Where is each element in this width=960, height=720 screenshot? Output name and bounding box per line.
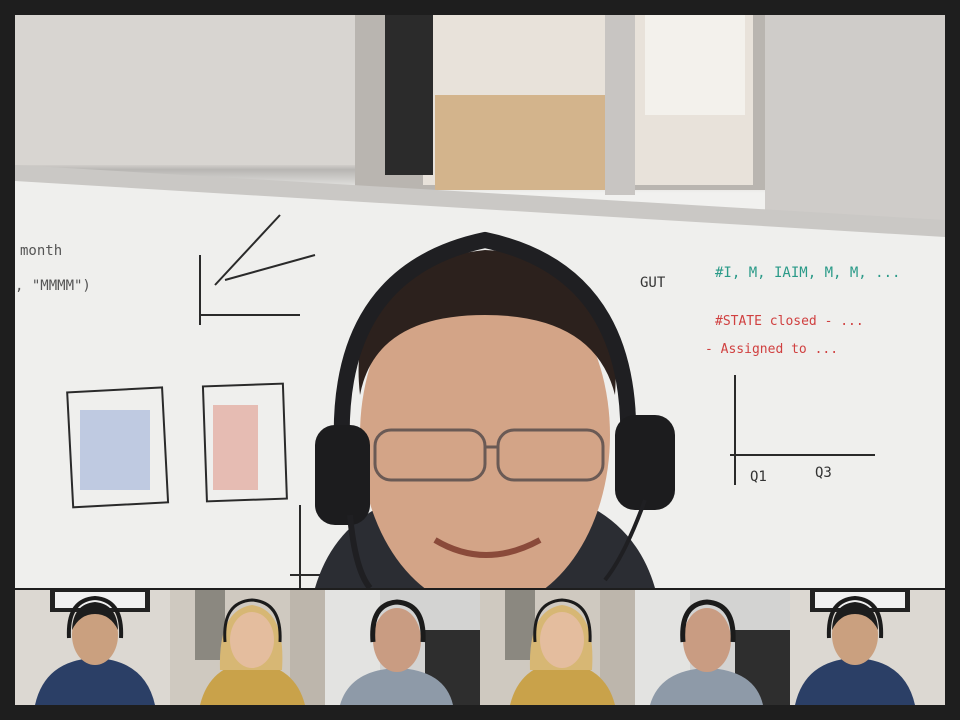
active-speaker-video[interactable]: month , "MMMM") #I, M, IAIM, M, M, ... #… [15, 15, 945, 588]
wb-text-month: month [20, 243, 62, 259]
wb-text-assigned: - Assigned to ... [705, 342, 838, 357]
participant-strip [15, 590, 945, 705]
wb-text-gut: GUT [640, 275, 666, 291]
active-speaker-frame: month , "MMMM") #I, M, IAIM, M, M, ... #… [15, 15, 945, 588]
participant-tile-p4[interactable] [480, 590, 635, 705]
man-headset-gray-shirt-icon [325, 590, 480, 705]
participant-tile-p2[interactable] [170, 590, 325, 705]
participant-tile-p1[interactable] [15, 590, 170, 705]
wb-text-fields: #I, M, IAIM, M, M, ... [715, 265, 900, 281]
participant-tile-p3[interactable] [325, 590, 480, 705]
wb-text-format: , "MMMM") [15, 278, 91, 294]
wb-text-q1: Q1 [750, 469, 767, 485]
woman-headset-blonde-icon [170, 590, 325, 705]
man-headset-dark-shirt-icon [15, 590, 170, 705]
man-headset-gray-shirt-icon [635, 590, 790, 705]
speaker-device-icon [385, 15, 433, 175]
participant-tile-p5[interactable] [635, 590, 790, 705]
man-headset-dark-shirt-icon [790, 590, 945, 705]
wb-text-state: #STATE closed - ... [715, 314, 864, 329]
wb-text-q3: Q3 [815, 465, 832, 481]
participant-tile-p6[interactable] [790, 590, 945, 705]
woman-headset-blonde-icon [480, 590, 635, 705]
